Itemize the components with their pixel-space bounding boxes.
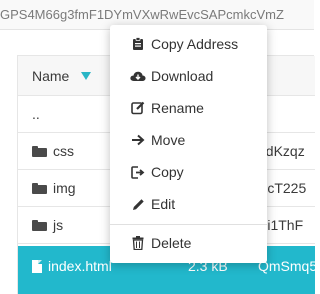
row-name[interactable]: img [53, 180, 76, 196]
folder-icon [32, 219, 47, 231]
name-column-header[interactable]: Name [32, 68, 92, 84]
row-name[interactable]: js [53, 217, 63, 233]
cloud-download-icon [128, 70, 148, 82]
menu-item-copy[interactable]: Copy [110, 157, 267, 187]
menu-item-move[interactable]: Move [110, 125, 267, 155]
menu-item-rename[interactable]: Rename [110, 93, 267, 123]
row-name[interactable]: css [53, 143, 74, 159]
sort-descending-icon[interactable] [81, 72, 92, 80]
path-text: GPS4M66g3fmF1DYmVXwRwEvcSAPcmkcVmZ [0, 7, 284, 22]
menu-item-copy-address[interactable]: Copy Address [110, 29, 267, 59]
menu-item-delete[interactable]: Delete [110, 228, 267, 258]
menu-item-edit[interactable]: Edit [110, 189, 267, 219]
menu-item-download[interactable]: Download [110, 61, 267, 91]
clipboard-icon [128, 37, 148, 51]
row-hash: QmSmq5J [258, 258, 320, 274]
context-menu: Copy Address Download Rename Move Copy E… [110, 25, 267, 263]
file-icon [32, 259, 42, 273]
row-name[interactable]: index.html [48, 258, 112, 274]
arrow-right-icon [128, 134, 148, 146]
edit-box-icon [128, 101, 148, 115]
folder-icon [32, 182, 47, 194]
menu-divider [110, 224, 267, 225]
row-name[interactable]: .. [32, 106, 40, 122]
trash-icon [128, 236, 148, 250]
pencil-icon [128, 198, 148, 211]
folder-icon [32, 145, 47, 157]
copy-out-icon [128, 165, 148, 179]
